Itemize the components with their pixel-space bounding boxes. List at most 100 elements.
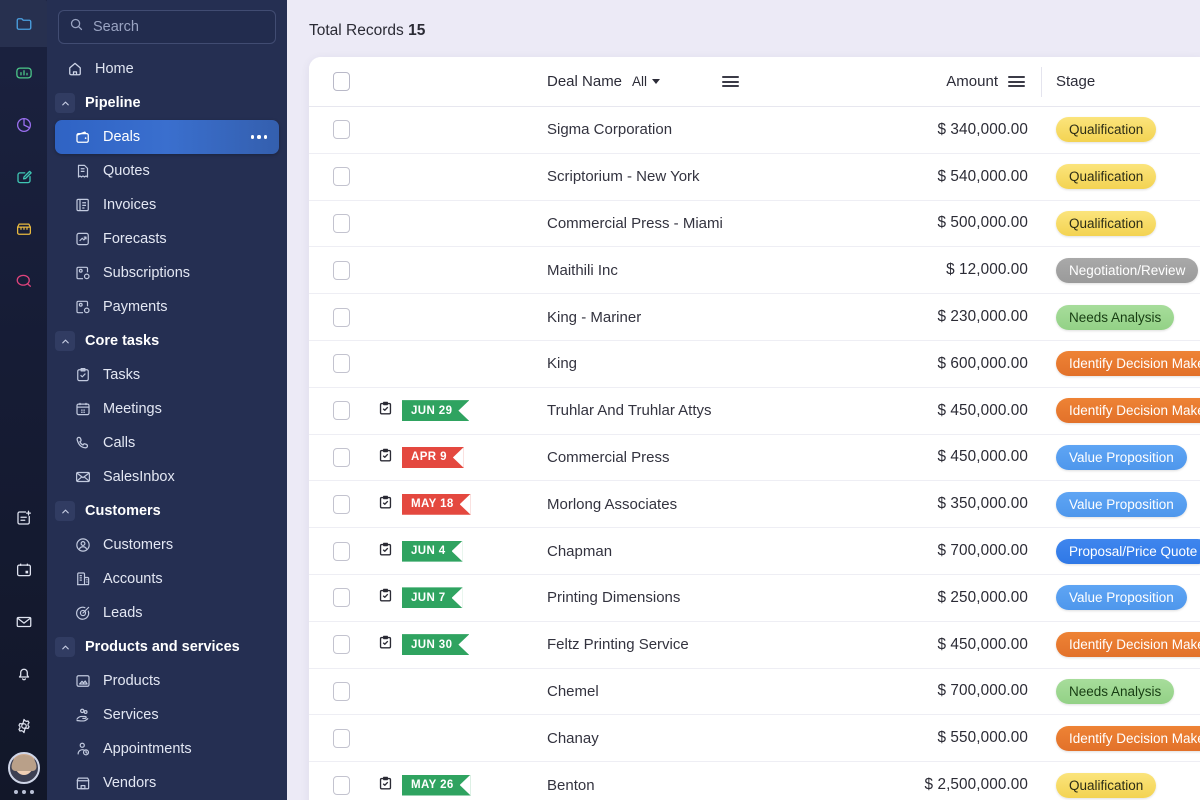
- table-row[interactable]: JUN 30 Feltz Printing Service $ 450,000.00…: [309, 621, 1200, 669]
- sidebar-item-services[interactable]: Services: [47, 698, 287, 732]
- table-row[interactable]: MAY 26 Benton $ 2,500,000.00 Qualification: [309, 762, 1200, 800]
- row-checkbox[interactable]: [332, 681, 350, 701]
- table-row[interactable]: Chanay $ 550,000.00 Identify Decision Make…: [309, 715, 1200, 763]
- status-badge[interactable]: Value Proposition: [1056, 491, 1187, 517]
- sidebar-item-leads[interactable]: Leads: [47, 596, 287, 630]
- table-row[interactable]: APR 9 Commercial Press $ 450,000.00 Value P…: [309, 434, 1200, 482]
- status-badge[interactable]: Value Proposition: [1056, 444, 1187, 470]
- status-badge[interactable]: Value Proposition: [1056, 585, 1187, 611]
- sidebar-section-core-tasks[interactable]: Core tasks: [47, 324, 287, 358]
- deal-name[interactable]: Sigma Corporation: [547, 121, 672, 138]
- sidebar-item-vendors[interactable]: Vendors: [47, 766, 287, 800]
- sidebar-item-payments[interactable]: Payments: [47, 290, 287, 324]
- sidebar-item-quotes[interactable]: Quotes: [47, 154, 287, 188]
- table-row[interactable]: JUN 29 Truhlar And Truhlar Attys $ 450,000…: [309, 387, 1200, 435]
- rail-item-mail[interactable]: [0, 596, 47, 648]
- table-row[interactable]: Scriptorium - New York $ 540,000.00 Qualif…: [309, 153, 1200, 201]
- avatar[interactable]: [7, 752, 40, 784]
- table-row[interactable]: Maithili Inc $ 12,000.00 Negotiation/Revie…: [309, 247, 1200, 295]
- table-row[interactable]: MAY 18 Morlong Associates $ 350,000.00 Valu…: [309, 481, 1200, 529]
- table-row[interactable]: Commercial Press - Miami $ 500,000.00 Qual…: [309, 200, 1200, 248]
- rail-item-analytics[interactable]: [0, 47, 47, 99]
- deal-name[interactable]: Chapman: [547, 543, 612, 560]
- sidebar-item-customers[interactable]: Customers: [47, 528, 287, 562]
- sidebar-item-invoices[interactable]: Invoices: [47, 188, 287, 222]
- status-badge[interactable]: Identify Decision Makers: [1056, 632, 1200, 658]
- deal-name[interactable]: Maithili Inc: [547, 262, 618, 279]
- deal-name[interactable]: Chanay: [547, 730, 599, 747]
- row-checkbox[interactable]: [332, 588, 350, 608]
- sidebar-item-calls[interactable]: Calls: [47, 426, 287, 460]
- deal-name-sort-button[interactable]: [722, 76, 740, 87]
- sidebar-item-meetings[interactable]: Meetings: [47, 392, 287, 426]
- status-badge[interactable]: Qualification: [1056, 772, 1157, 798]
- sidebar-item-tasks[interactable]: Tasks: [47, 358, 287, 392]
- deal-name-filter-dropdown[interactable]: All: [632, 74, 661, 89]
- status-badge[interactable]: Negotiation/Review: [1056, 257, 1199, 283]
- deal-name[interactable]: Truhlar And Truhlar Attys: [547, 402, 712, 419]
- sidebar-item-products[interactable]: Products: [47, 664, 287, 698]
- sidebar-item-home[interactable]: Home: [47, 52, 287, 86]
- rail-item-marketplace[interactable]: [0, 203, 47, 255]
- row-checkbox[interactable]: [332, 447, 350, 467]
- table-row[interactable]: JUN 4 Chapman $ 700,000.00 Proposal/Price Q…: [309, 528, 1200, 575]
- row-checkbox[interactable]: [332, 541, 350, 561]
- rail-item-folder[interactable]: [0, 0, 47, 47]
- search-input[interactable]: Search: [58, 10, 276, 44]
- sidebar-section-customers[interactable]: Customers: [47, 494, 287, 528]
- deal-name[interactable]: Commercial Press: [547, 449, 670, 466]
- rail-item-notes[interactable]: [0, 151, 47, 203]
- rail-item-settings[interactable]: [0, 700, 47, 752]
- more-dots-icon[interactable]: [250, 135, 267, 139]
- rail-item-add-note[interactable]: [0, 492, 47, 544]
- table-row[interactable]: Sigma Corporation $ 340,000.00 Qualificati…: [309, 107, 1200, 154]
- row-checkbox[interactable]: [332, 307, 350, 327]
- row-checkbox[interactable]: [332, 775, 350, 795]
- table-row[interactable]: King - Mariner $ 230,000.00 Needs Analysis: [309, 294, 1200, 341]
- status-badge[interactable]: Qualification: [1056, 117, 1157, 143]
- status-badge[interactable]: Qualification: [1056, 210, 1157, 236]
- deal-name[interactable]: Scriptorium - New York: [547, 168, 700, 185]
- sidebar-item-deals[interactable]: Deals: [55, 120, 279, 154]
- deal-name[interactable]: Feltz Printing Service: [547, 636, 689, 653]
- row-checkbox[interactable]: [332, 401, 350, 421]
- deal-name[interactable]: Benton: [547, 777, 595, 794]
- row-checkbox[interactable]: [332, 494, 350, 514]
- table-row[interactable]: King $ 600,000.00 Identify Decision Makers: [309, 340, 1200, 388]
- sidebar-section-products-and-services[interactable]: Products and services: [47, 630, 287, 664]
- sidebar-item-subscriptions[interactable]: Subscriptions: [47, 256, 287, 290]
- row-checkbox[interactable]: [332, 728, 350, 748]
- row-checkbox[interactable]: [332, 635, 350, 655]
- row-checkbox[interactable]: [332, 354, 350, 374]
- status-badge[interactable]: Proposal/Price Quote: [1056, 538, 1200, 564]
- status-badge[interactable]: Identify Decision Makers: [1056, 725, 1200, 751]
- status-badge[interactable]: Needs Analysis: [1056, 678, 1175, 704]
- amount-sort-button[interactable]: [1008, 76, 1025, 87]
- sidebar-item-appointments[interactable]: Appointments: [47, 732, 287, 766]
- deal-name[interactable]: King: [547, 355, 577, 372]
- sidebar-item-accounts[interactable]: Accounts: [47, 562, 287, 596]
- deal-name[interactable]: King - Mariner: [547, 309, 641, 326]
- status-badge[interactable]: Qualification: [1056, 164, 1157, 190]
- status-badge[interactable]: Identify Decision Makers: [1056, 351, 1200, 377]
- more-dots-icon[interactable]: [13, 790, 34, 794]
- sidebar-item-salesinbox[interactable]: SalesInbox: [47, 460, 287, 494]
- rail-item-notifications[interactable]: [0, 648, 47, 700]
- select-all-checkbox[interactable]: [332, 72, 350, 91]
- sidebar-section-pipeline[interactable]: Pipeline: [47, 86, 287, 120]
- row-checkbox[interactable]: [332, 167, 350, 187]
- row-checkbox[interactable]: [332, 260, 350, 280]
- table-row[interactable]: Chemel $ 700,000.00 Needs Analysis: [309, 668, 1200, 716]
- rail-item-search-insight[interactable]: [0, 255, 47, 307]
- deal-name[interactable]: Morlong Associates: [547, 496, 677, 513]
- sidebar-item-forecasts[interactable]: Forecasts: [47, 222, 287, 256]
- status-badge[interactable]: Needs Analysis: [1056, 304, 1175, 330]
- deal-name[interactable]: Printing Dimensions: [547, 589, 680, 606]
- table-row[interactable]: JUN 7 Printing Dimensions $ 250,000.00 Valu…: [309, 574, 1200, 622]
- deal-name[interactable]: Chemel: [547, 683, 599, 700]
- rail-item-pie-reports[interactable]: [0, 99, 47, 151]
- row-checkbox[interactable]: [332, 120, 350, 140]
- rail-item-calendar[interactable]: [0, 544, 47, 596]
- deal-name[interactable]: Commercial Press - Miami: [547, 215, 723, 232]
- status-badge[interactable]: Identify Decision Makers: [1056, 398, 1200, 424]
